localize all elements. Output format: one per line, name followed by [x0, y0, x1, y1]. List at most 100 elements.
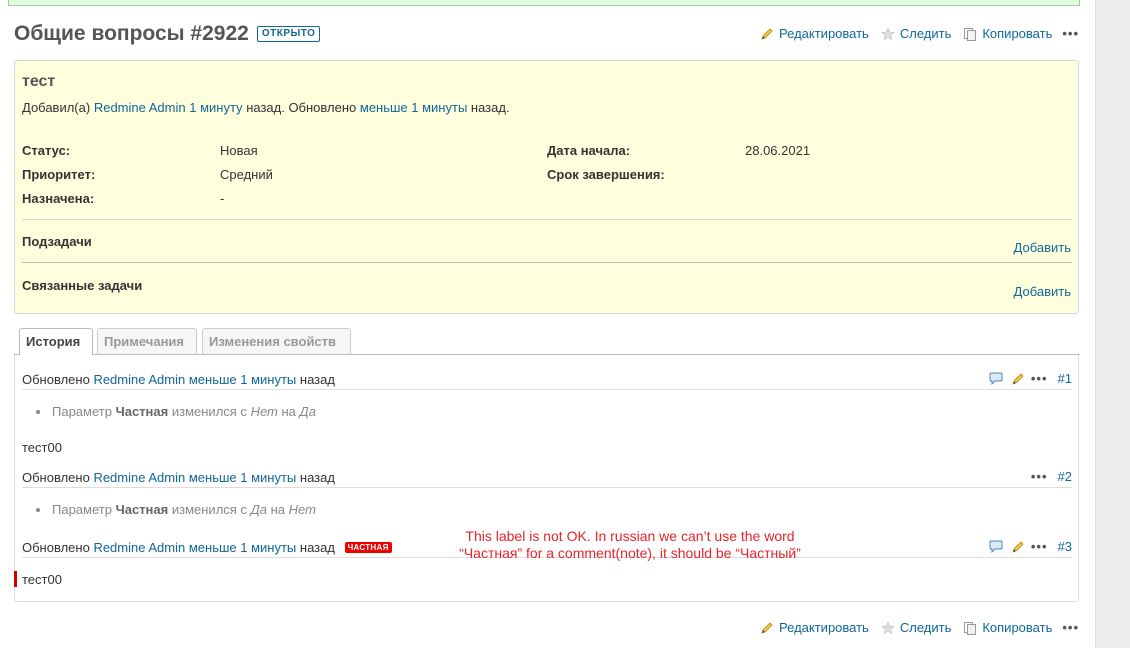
status-value: Новая: [220, 143, 258, 158]
copy-label: Копировать: [982, 620, 1053, 635]
edit-label: Редактировать: [779, 26, 869, 41]
private-badge: ЧАСТНАЯ: [344, 542, 392, 553]
start-date-value: 28.06.2021: [745, 143, 811, 158]
journal-header: Обновлено Redmine Admin меньше 1 минуты …: [22, 466, 1072, 488]
journal-number-link[interactable]: #3: [1058, 539, 1072, 554]
journal-detail: Параметр Частная изменился с Нет на Да: [36, 404, 316, 419]
issue-details: тест Добавил(а) Redmine Admin 1 минуту н…: [14, 60, 1079, 314]
journal-header-text: Обновлено Redmine Admin меньше 1 минуты …: [22, 372, 335, 387]
issue-title: Общие вопросы #2922: [14, 22, 249, 45]
comment-icon[interactable]: [989, 372, 1003, 385]
detail-prefix: Параметр: [52, 502, 112, 517]
journal-actions: ••• #2: [1025, 469, 1072, 484]
edit-button[interactable]: Редактировать: [760, 26, 869, 41]
journal-actions: ••• #1: [981, 371, 1072, 386]
watch-label: Следить: [899, 620, 952, 635]
detail-field: Частная: [115, 502, 169, 517]
status-badge: ОТКРЫТО: [256, 26, 321, 42]
copy-label: Копировать: [982, 26, 1053, 41]
top-toolbar: Редактировать Следить Копировать •••: [748, 26, 1079, 41]
journal-more-button[interactable]: •••: [1031, 371, 1048, 386]
detail-old-value: Нет: [250, 404, 278, 419]
journal-author-link[interactable]: Redmine Admin: [93, 540, 185, 555]
pencil-icon[interactable]: [1011, 540, 1025, 554]
annotation-line-2: “Частная” for a comment(note), it should…: [459, 545, 801, 561]
bullet: [36, 508, 40, 512]
detail-on: на: [281, 404, 296, 419]
private-note-marker: [14, 571, 17, 587]
journal-suffix: назад: [299, 540, 335, 555]
bullet: [36, 410, 40, 414]
due-date-label: Срок завершения:: [547, 167, 665, 182]
copy-icon: [964, 27, 977, 41]
author-link[interactable]: Redmine Admin: [94, 100, 186, 115]
author-middle: назад. Обновлено: [246, 100, 357, 115]
tab-notes[interactable]: Примечания: [97, 328, 197, 354]
relations-title: Связанные задачи: [22, 278, 143, 293]
annotation-line-1: This label is not OK. In russian we can’…: [465, 528, 795, 544]
detail-new-value: Да: [299, 404, 316, 419]
star-icon: [881, 26, 895, 40]
journal-suffix: назад: [299, 470, 335, 485]
author-suffix: назад.: [470, 100, 510, 115]
journal-header-text: Обновлено Redmine Admin меньше 1 минуты …: [22, 470, 335, 485]
edit-button[interactable]: Редактировать: [760, 620, 869, 635]
subtasks-title: Подзадачи: [22, 234, 92, 249]
history-panel: Обновлено Redmine Admin меньше 1 минуты …: [14, 355, 1079, 602]
journal-prefix: Обновлено: [22, 372, 90, 387]
journal-time-link[interactable]: меньше 1 минуты: [189, 372, 296, 387]
issue-subject: тест: [22, 73, 56, 90]
journal-prefix: Обновлено: [22, 540, 90, 555]
detail-mid: изменился с: [171, 502, 247, 517]
journal-more-button[interactable]: •••: [1031, 469, 1048, 484]
priority-label: Приоритет:: [22, 167, 96, 182]
priority-value: Средний: [220, 167, 273, 182]
watch-button[interactable]: Следить: [881, 620, 952, 635]
tab-property-changes[interactable]: Изменения свойств: [202, 328, 351, 354]
journal-time-link[interactable]: меньше 1 минуты: [189, 540, 296, 555]
page-scrollbar[interactable]: [1097, 0, 1130, 648]
flash-notice: [8, 0, 1080, 6]
pencil-icon[interactable]: [1011, 372, 1025, 386]
created-ago-link[interactable]: 1 минуту: [189, 100, 242, 115]
author-prefix: Добавил(а): [22, 100, 91, 115]
history-tabs: История Примечания Изменения свойств: [14, 328, 1080, 355]
comment-icon[interactable]: [989, 540, 1003, 553]
copy-icon: [964, 621, 977, 635]
bottom-toolbar: Редактировать Следить Копировать •••: [748, 620, 1079, 635]
journal-author-link[interactable]: Redmine Admin: [93, 372, 185, 387]
journal-header: Обновлено Redmine Admin меньше 1 минуты …: [22, 368, 1072, 390]
journal-time-link[interactable]: меньше 1 минуты: [189, 470, 296, 485]
more-actions-button[interactable]: •••: [1062, 26, 1079, 41]
detail-on: на: [270, 502, 285, 517]
journal-header-text: Обновлено Redmine Admin меньше 1 минуты …: [22, 540, 392, 555]
journal-prefix: Обновлено: [22, 470, 90, 485]
assigned-label: Назначена:: [22, 191, 95, 206]
status-label: Статус:: [22, 143, 71, 158]
watch-label: Следить: [899, 26, 952, 41]
journal-number-link[interactable]: #2: [1058, 469, 1072, 484]
pencil-icon: [761, 27, 773, 40]
journal-more-button[interactable]: •••: [1031, 539, 1048, 554]
main-content: Редактировать Следить Копировать ••• Общ…: [0, 0, 1096, 648]
watch-button[interactable]: Следить: [881, 26, 952, 41]
copy-button[interactable]: Копировать: [963, 620, 1052, 635]
annotation-callout: This label is not OK. In russian we can’…: [430, 528, 830, 562]
detail-field: Частная: [115, 404, 169, 419]
add-relation-link[interactable]: Добавить: [1014, 284, 1071, 299]
detail-prefix: Параметр: [52, 404, 112, 419]
journal-author-link[interactable]: Redmine Admin: [93, 470, 185, 485]
assigned-value: -: [220, 191, 225, 206]
star-icon: [881, 620, 895, 634]
detail-old-value: Да: [250, 502, 267, 517]
updated-ago-link[interactable]: меньше 1 минуты: [360, 100, 467, 115]
journal-number-link[interactable]: #1: [1058, 371, 1072, 386]
copy-button[interactable]: Копировать: [963, 26, 1052, 41]
tab-history[interactable]: История: [19, 328, 93, 355]
more-actions-button[interactable]: •••: [1062, 620, 1079, 635]
detail-new-value: Нет: [288, 502, 316, 517]
journal-actions: ••• #3: [981, 539, 1072, 554]
divider: [22, 219, 1072, 220]
add-subtask-link[interactable]: Добавить: [1014, 240, 1071, 255]
divider: [22, 262, 1072, 263]
